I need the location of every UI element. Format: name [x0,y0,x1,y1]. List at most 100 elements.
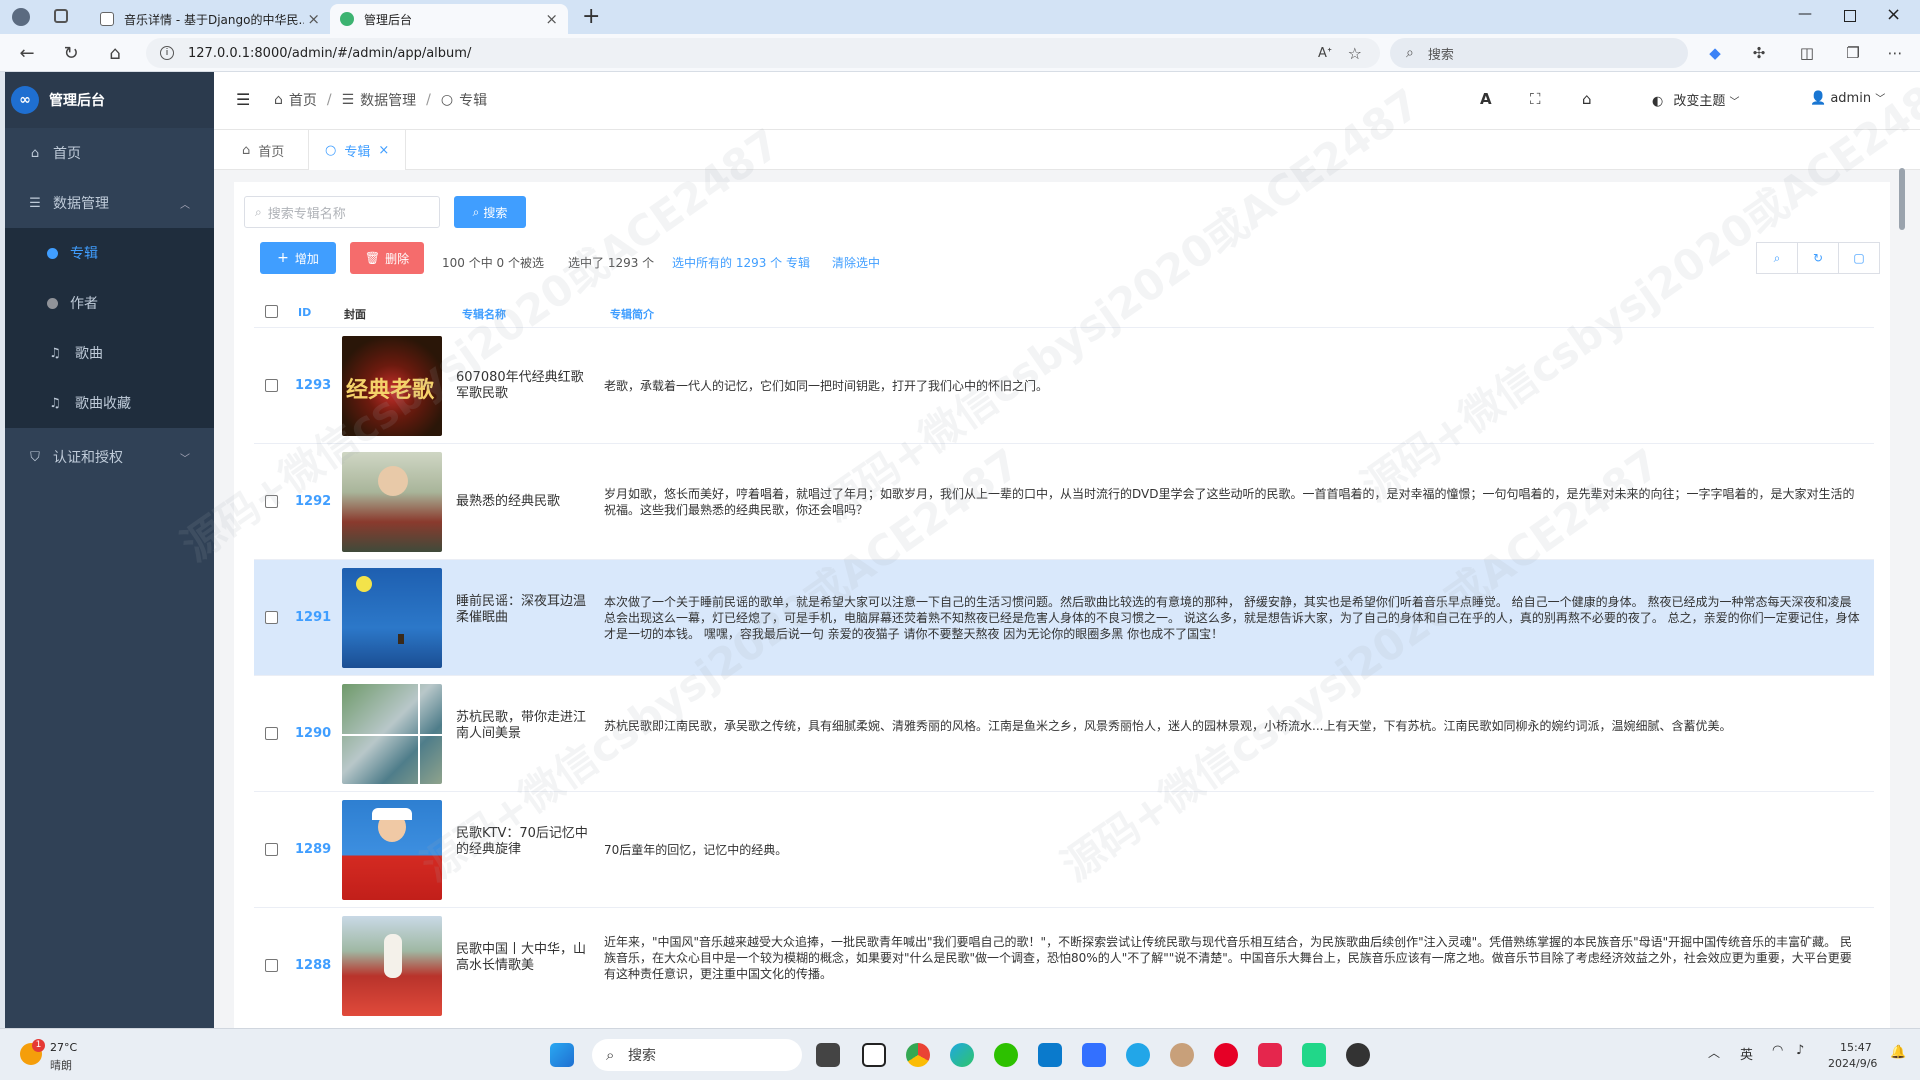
chrome-icon[interactable] [906,1043,930,1067]
info-icon[interactable]: i [160,46,174,60]
row-checkbox[interactable] [265,843,278,856]
profile-icon[interactable] [12,8,30,26]
avatar-app-icon[interactable] [1170,1043,1194,1067]
split-screen-icon[interactable]: ◫ [1796,42,1818,64]
sidebar-group-data[interactable]: ☰ 数据管理 ︿ [5,178,214,228]
intellij-icon[interactable] [1258,1043,1282,1067]
column-header-desc[interactable]: 专辑简介 [610,306,654,322]
column-header-id[interactable]: ID [298,306,311,319]
more-icon[interactable]: ⋯ [1884,42,1906,64]
home-icon[interactable]: ⌂ [104,42,126,64]
row-id-link[interactable]: 1289 [295,842,331,857]
notion-icon[interactable] [862,1043,886,1067]
feishu-icon[interactable] [1082,1043,1106,1067]
search-icon[interactable]: ⌕ [1756,242,1798,274]
browser-search-box[interactable]: ⌕ 搜索 [1390,38,1688,68]
back-icon[interactable]: ← [16,42,38,64]
pycharm-icon[interactable] [1302,1043,1326,1067]
minimize-button[interactable]: — [1798,6,1812,22]
shield-icon: ⛉ [30,449,40,465]
read-aloud-icon[interactable]: Aᐩ [1318,46,1332,61]
browser-tab-admin[interactable]: 管理后台 × [330,4,568,34]
taskbar-search[interactable]: ⌕ 搜索 [592,1039,802,1071]
row-checkbox[interactable] [265,379,278,392]
scrollbar-thumb[interactable] [1899,168,1905,230]
tray-chevron-icon[interactable]: ︿ [1708,1044,1720,1061]
restore-button[interactable] [1844,10,1856,22]
refresh-icon[interactable]: ↻ [1797,242,1839,274]
table-row[interactable]: 1291 睡前民谣：深夜耳边温柔催眠曲 本次做了一个关于睡前民谣的歌单，就是希望… [254,560,1874,676]
row-checkbox[interactable] [265,727,278,740]
table-row[interactable]: 1290 苏杭民歌，带你走进江南人间美景 苏杭民歌即江南民歌，承吴歌之传统，具有… [254,676,1874,792]
favorite-star-icon[interactable]: ☆ [1348,44,1362,63]
home-icon[interactable]: ⌂ [1582,90,1592,108]
sidebar-item-song[interactable]: ♫ 歌曲 [5,328,214,378]
close-icon[interactable]: × [307,10,320,28]
export-icon[interactable]: ▢ [1838,242,1880,274]
row-id-link[interactable]: 1291 [295,610,331,625]
hamburger-icon[interactable]: ☰ [236,90,250,109]
clock-date[interactable]: 2024/9/6 [1828,1057,1877,1070]
fullscreen-icon[interactable]: ⛶ [1530,90,1541,108]
wechat-icon[interactable] [994,1043,1018,1067]
row-id-link[interactable]: 1290 [295,726,331,741]
tab-home[interactable]: ⌂ 首页 [226,130,300,170]
clear-selection-link[interactable]: 清除选中 [832,254,880,271]
album-cover-image [342,684,442,784]
reload-icon[interactable]: ↻ [60,42,82,64]
close-icon[interactable]: × [545,10,558,28]
add-button[interactable]: + 增加 [260,242,336,274]
user-menu[interactable]: 👤 admin ﹀ [1810,90,1885,106]
address-bar[interactable]: i 127.0.0.1:8000/admin/#/admin/app/album… [146,38,1380,68]
select-all-link[interactable]: 选中所有的 1293 个 专辑 [672,254,810,271]
circle-icon: ○ [325,142,337,158]
sidebar-item-author[interactable]: 作者 [5,278,214,328]
theme-switch[interactable]: ◐ 改变主题 ﹀ [1652,90,1740,109]
sidebar-item-home[interactable]: ⌂ 首页 [5,128,214,178]
table-header: ID 封面 专辑名称 专辑简介 [254,296,1874,328]
netease-music-icon[interactable] [1214,1043,1238,1067]
breadcrumb-item[interactable]: 首页 [289,90,317,110]
table-row[interactable]: 1289 民歌KTV：70后记忆中的经典旋律 70后童年的回忆，记忆中的经典。 [254,792,1874,908]
sidebar-group-auth[interactable]: ⛉ 认证和授权 ﹀ [5,432,214,482]
workspaces-icon[interactable] [54,9,68,23]
delete-button[interactable]: 🗑 删除 [350,242,424,274]
clock-time[interactable]: 15:47 [1840,1041,1872,1054]
table-row[interactable]: 1293 经典老歌 607080年代经典红歌军歌民歌 老歌，承载着一代人的记忆，… [254,328,1874,444]
chat-icon[interactable] [1126,1043,1150,1067]
search-button[interactable]: ⌕ 搜索 [454,196,526,228]
file-explorer-icon[interactable] [816,1043,840,1067]
vertical-scrollbar[interactable] [1898,154,1906,984]
row-id-link[interactable]: 1292 [295,494,331,509]
close-icon[interactable]: × [378,143,389,158]
sidebar-item-song-favorites[interactable]: ♫ 歌曲收藏 [5,378,214,428]
browser-tab-music-detail[interactable]: 音乐详情 - 基于Django的中华民... × [90,4,330,34]
windows-start-icon[interactable] [550,1043,574,1067]
row-checkbox[interactable] [265,611,278,624]
tab-album[interactable]: ○ 专辑 × [308,130,407,170]
select-all-checkbox[interactable] [265,305,278,318]
new-tab-button[interactable]: + [582,4,600,29]
edge-icon[interactable] [950,1043,974,1067]
collections-icon[interactable]: ❐ [1842,42,1864,64]
notification-bell-icon[interactable]: 🔔 [1890,1045,1906,1060]
wifi-icon[interactable]: ◠ [1772,1043,1783,1058]
puzzle-icon[interactable]: ✣ [1748,42,1770,64]
vscode-icon[interactable] [1038,1043,1062,1067]
input-language[interactable]: 英 [1740,1044,1753,1063]
row-id-link[interactable]: 1288 [295,958,331,973]
extension-icon[interactable]: ◆ [1704,42,1726,64]
table-row[interactable]: 1288 民歌中国丨大中华，山高水长情歌美 近年来，"中国风"音乐越来越受大众追… [254,908,1874,1020]
search-input[interactable]: ⌕ 搜索专辑名称 [244,196,440,228]
row-checkbox[interactable] [265,959,278,972]
breadcrumb-item[interactable]: 数据管理 [360,90,416,110]
volume-icon[interactable]: ♪ [1796,1043,1804,1058]
row-id-link[interactable]: 1293 [295,378,331,393]
sidebar-item-album[interactable]: 专辑 [5,228,214,278]
table-row[interactable]: 1292 最熟悉的经典民歌 岁月如歌，悠长而美好，哼着唱着，就唱过了年月；如歌岁… [254,444,1874,560]
font-size-icon[interactable]: A [1480,90,1492,108]
row-checkbox[interactable] [265,495,278,508]
media-player-icon[interactable] [1346,1043,1370,1067]
column-header-name[interactable]: 专辑名称 [462,306,506,322]
window-close-button[interactable]: × [1886,4,1901,25]
